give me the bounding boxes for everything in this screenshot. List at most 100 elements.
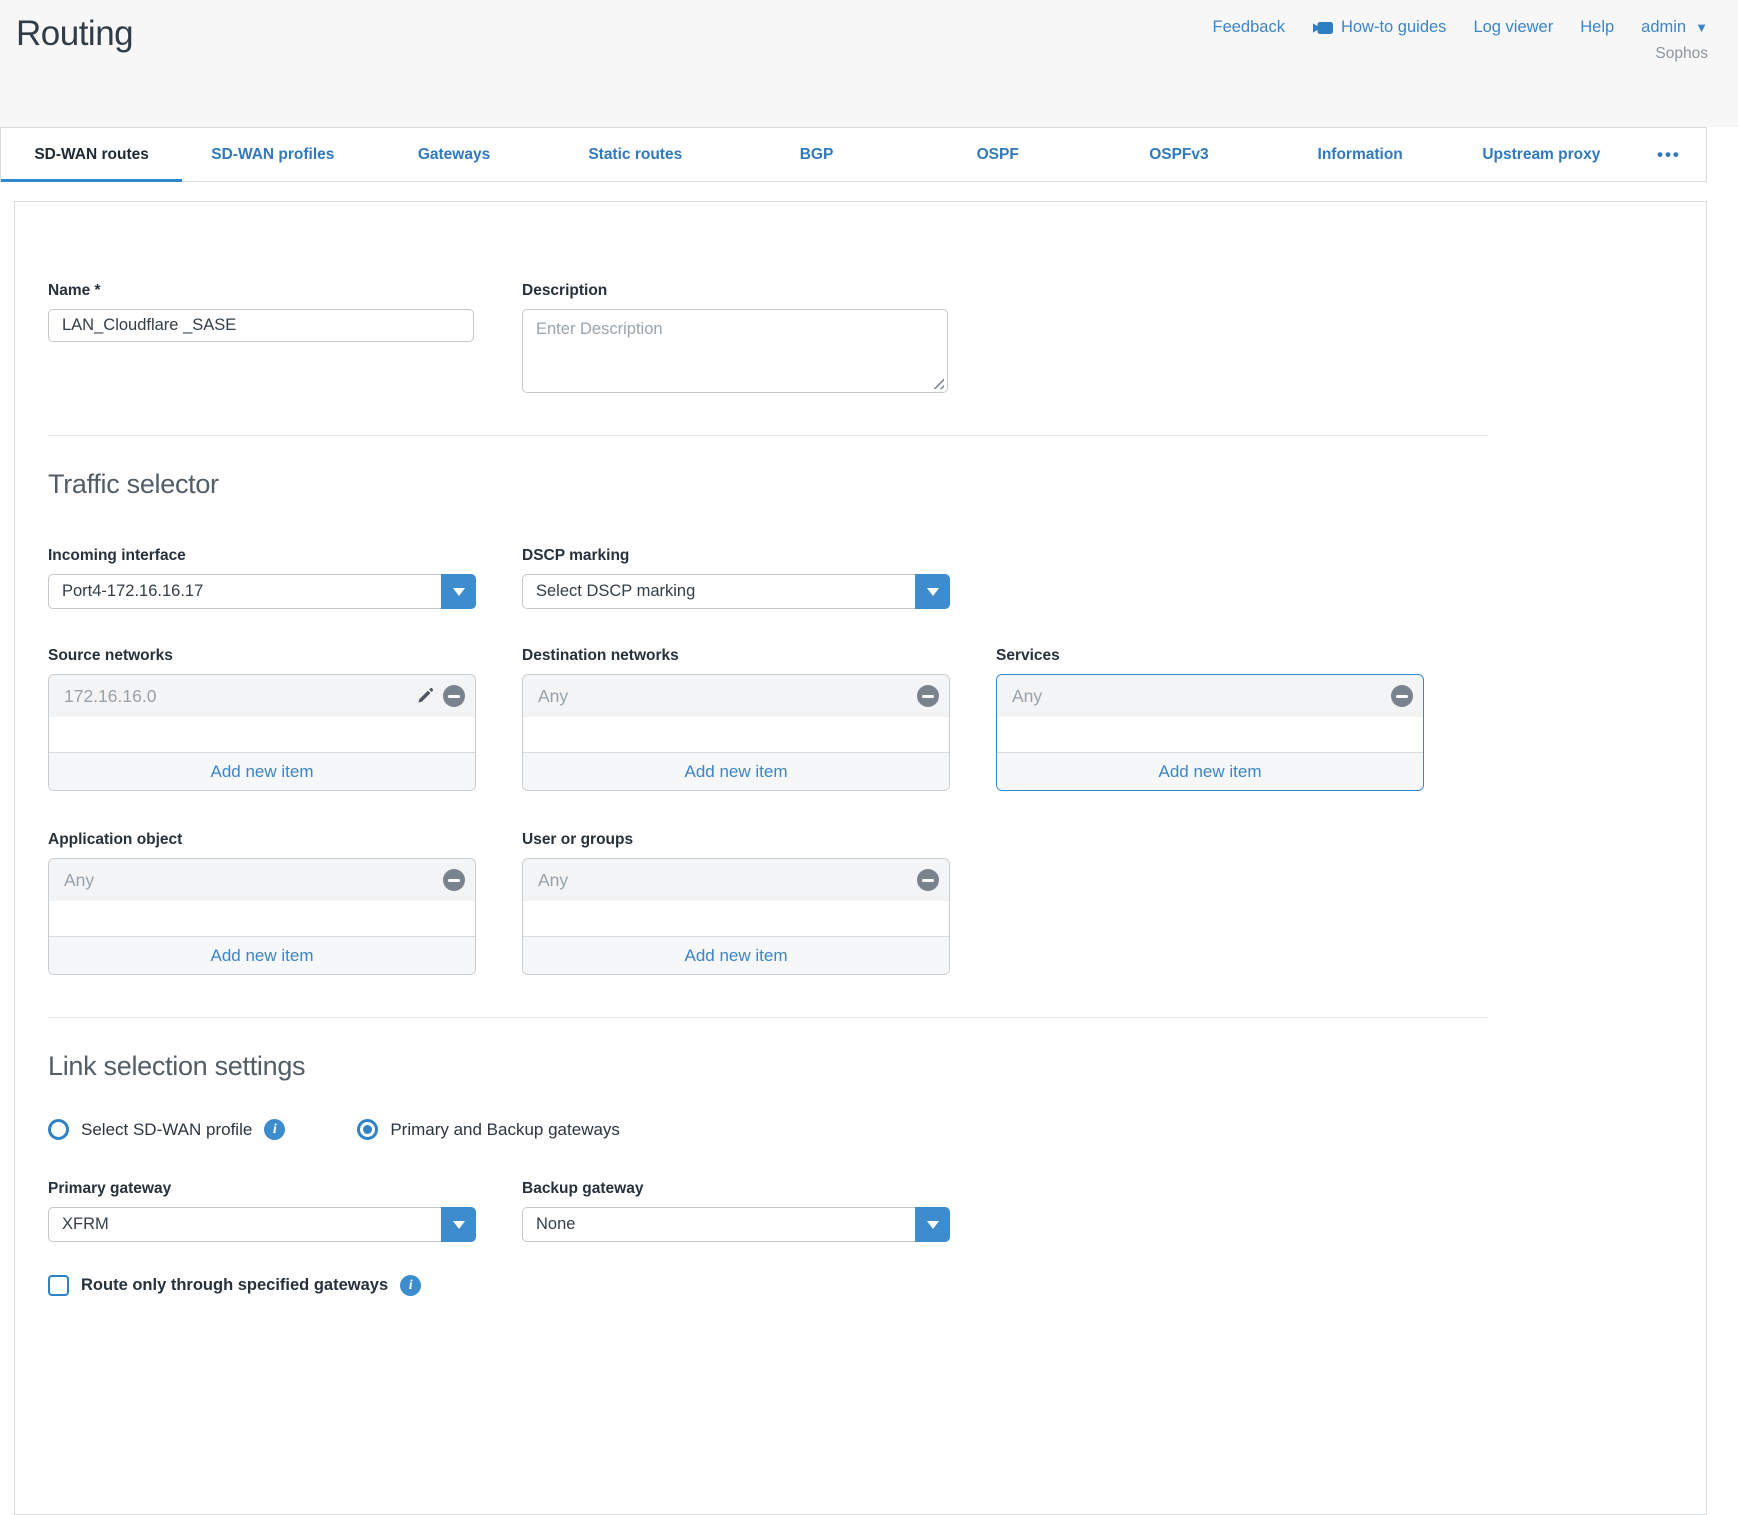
remove-item-icon[interactable]: [917, 869, 939, 891]
dropdown-button[interactable]: [441, 1207, 476, 1242]
add-new-item-button[interactable]: Add new item: [49, 936, 475, 974]
log-viewer-label: Log viewer: [1473, 18, 1553, 37]
list-item: Any: [997, 675, 1423, 717]
section-divider: [48, 435, 1488, 436]
radio-select-sdwan-profile-label: Select SD-WAN profile: [81, 1120, 252, 1140]
page-title: Routing: [16, 14, 133, 54]
routing-page: Routing Feedback How-to guides Log viewe…: [0, 0, 1738, 1515]
user-or-groups-value: Any: [538, 870, 568, 891]
remove-item-icon[interactable]: [1391, 685, 1413, 707]
chevron-down-icon: [453, 588, 465, 596]
tab-gateways[interactable]: Gateways: [363, 128, 544, 181]
backup-gateway-value: None: [523, 1215, 915, 1234]
tab-overflow-menu[interactable]: •••: [1632, 128, 1706, 181]
list-empty-area: [523, 901, 949, 936]
add-new-item-button[interactable]: Add new item: [523, 936, 949, 974]
radio-primary-backup-gateways-label: Primary and Backup gateways: [390, 1120, 620, 1140]
dscp-marking-value: Select DSCP marking: [523, 582, 915, 601]
destination-networks-label: Destination networks: [522, 647, 950, 665]
list-item: 172.16.16.0: [49, 675, 475, 717]
admin-menu[interactable]: admin ▼: [1641, 18, 1708, 37]
list-item: Any: [49, 859, 475, 901]
dropdown-button[interactable]: [915, 1207, 950, 1242]
source-networks-label: Source networks: [48, 647, 476, 665]
feedback-link-label: Feedback: [1212, 18, 1284, 37]
radio-select-sdwan-profile[interactable]: [48, 1119, 69, 1140]
list-empty-area: [49, 717, 475, 752]
page-header: Routing Feedback How-to guides Log viewe…: [0, 0, 1738, 127]
add-new-item-button[interactable]: Add new item: [523, 752, 949, 790]
service-value: Any: [1012, 686, 1042, 707]
chevron-down-icon: [927, 588, 939, 596]
remove-item-icon[interactable]: [917, 685, 939, 707]
list-empty-area: [49, 901, 475, 936]
tab-ospf[interactable]: OSPF: [907, 128, 1088, 181]
primary-gateway-select[interactable]: XFRM: [48, 1207, 476, 1242]
link-selection-heading: Link selection settings: [48, 1051, 1488, 1082]
traffic-selector-heading: Traffic selector: [48, 469, 1488, 500]
help-label: Help: [1580, 18, 1614, 37]
incoming-interface-label: Incoming interface: [48, 547, 476, 565]
destination-networks-box: Any Add new item: [522, 674, 950, 791]
application-object-label: Application object: [48, 831, 476, 849]
chevron-down-icon: [927, 1221, 939, 1229]
source-network-value: 172.16.16.0: [64, 686, 156, 707]
dropdown-button[interactable]: [915, 574, 950, 609]
source-networks-box: 172.16.16.0 Add new item: [48, 674, 476, 791]
tab-sdwan-routes[interactable]: SD-WAN routes: [1, 128, 182, 181]
list-empty-area: [523, 717, 949, 752]
info-icon[interactable]: i: [264, 1119, 285, 1140]
route-editor-card: Name * Description Traffic selector I: [14, 201, 1707, 1515]
tab-sdwan-profiles[interactable]: SD-WAN profiles: [182, 128, 363, 181]
video-camera-icon: [1312, 21, 1334, 35]
add-new-item-button[interactable]: Add new item: [997, 752, 1423, 790]
tab-information[interactable]: Information: [1270, 128, 1451, 181]
primary-gateway-label: Primary gateway: [48, 1180, 476, 1198]
required-asterisk: *: [95, 282, 101, 299]
header-right: Feedback How-to guides Log viewer Help a…: [1212, 12, 1708, 63]
destination-network-value: Any: [538, 686, 568, 707]
info-icon[interactable]: i: [400, 1275, 421, 1296]
incoming-interface-select[interactable]: Port4-172.16.16.17: [48, 574, 476, 609]
list-empty-area: [997, 717, 1423, 752]
edit-pencil-icon[interactable]: [415, 687, 434, 706]
route-only-specified-gateways-label: Route only through specified gateways: [81, 1276, 388, 1295]
dropdown-button[interactable]: [441, 574, 476, 609]
dscp-marking-label: DSCP marking: [522, 547, 950, 565]
howto-guides-label: How-to guides: [1341, 18, 1446, 37]
howto-guides-link[interactable]: How-to guides: [1312, 18, 1446, 37]
name-label: Name *: [48, 282, 476, 300]
chevron-down-icon: ▼: [1695, 20, 1708, 35]
remove-item-icon[interactable]: [443, 685, 465, 707]
user-or-groups-label: User or groups: [522, 831, 950, 849]
tab-upstream-proxy[interactable]: Upstream proxy: [1451, 128, 1632, 181]
description-input[interactable]: [523, 310, 947, 392]
add-new-item-button[interactable]: Add new item: [49, 752, 475, 790]
name-input[interactable]: [48, 309, 474, 342]
services-label: Services: [996, 647, 1424, 665]
log-viewer-link[interactable]: Log viewer: [1473, 18, 1553, 37]
remove-item-icon[interactable]: [443, 869, 465, 891]
application-value: Any: [64, 870, 94, 891]
admin-label: admin: [1641, 18, 1686, 37]
primary-gateway-value: XFRM: [49, 1215, 441, 1234]
dscp-marking-select[interactable]: Select DSCP marking: [522, 574, 950, 609]
list-item: Any: [523, 859, 949, 901]
list-item: Any: [523, 675, 949, 717]
tab-bgp[interactable]: BGP: [726, 128, 907, 181]
incoming-interface-value: Port4-172.16.16.17: [49, 582, 441, 601]
backup-gateway-select[interactable]: None: [522, 1207, 950, 1242]
application-object-box: Any Add new item: [48, 858, 476, 975]
feedback-link[interactable]: Feedback: [1212, 18, 1284, 37]
backup-gateway-label: Backup gateway: [522, 1180, 950, 1198]
route-only-specified-gateways-checkbox[interactable]: [48, 1275, 69, 1296]
brand-label: Sophos: [1655, 45, 1708, 63]
services-box: Any Add new item: [996, 674, 1424, 791]
help-link[interactable]: Help: [1580, 18, 1614, 37]
radio-primary-backup-gateways[interactable]: [357, 1119, 378, 1140]
routing-tabbar: SD-WAN routes SD-WAN profiles Gateways S…: [0, 127, 1707, 182]
user-or-groups-box: Any Add new item: [522, 858, 950, 975]
tab-static-routes[interactable]: Static routes: [545, 128, 726, 181]
tab-ospfv3[interactable]: OSPFv3: [1088, 128, 1269, 181]
chevron-down-icon: [453, 1221, 465, 1229]
